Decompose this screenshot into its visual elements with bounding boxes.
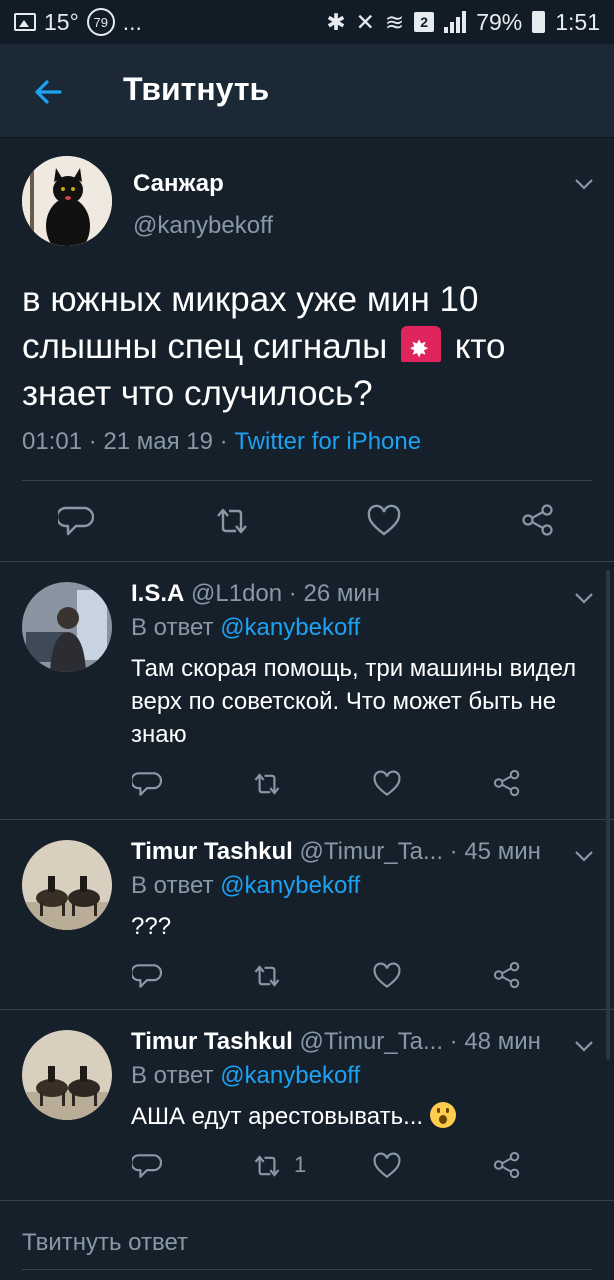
user-photo-image bbox=[22, 582, 112, 672]
author-name[interactable]: Timur Tashkul bbox=[131, 838, 293, 865]
chevron-down-icon[interactable] bbox=[574, 592, 594, 604]
avatar[interactable] bbox=[22, 1030, 112, 1120]
avatar[interactable] bbox=[22, 840, 112, 930]
like-heart-icon[interactable] bbox=[366, 504, 402, 538]
vintage-photo-image bbox=[22, 840, 112, 930]
share-icon[interactable] bbox=[520, 502, 556, 538]
reply-time: 48 мин bbox=[464, 1028, 541, 1055]
reply-text: ??? bbox=[131, 913, 172, 940]
author-handle[interactable]: @L1don bbox=[191, 580, 282, 607]
chevron-down-icon[interactable] bbox=[574, 850, 594, 862]
app-bar: Твитнуть bbox=[0, 44, 614, 138]
tweet-time: 01:01 bbox=[22, 428, 83, 455]
more-notifications: ... bbox=[122, 8, 142, 35]
sim-badge: 2 bbox=[414, 12, 435, 32]
page-title: Твитнуть bbox=[123, 71, 270, 107]
clock: 1:51 bbox=[555, 8, 600, 35]
share-icon[interactable] bbox=[492, 768, 522, 798]
reply-actions bbox=[0, 766, 614, 806]
notification-badge: 79 bbox=[86, 8, 115, 36]
tweet-meta: 01:01 · 21 мая 19 · Twitter for iPhone bbox=[22, 428, 422, 455]
status-bar: 15° 79 ... ✱ ✕ ≋ 2 79% 1:51 bbox=[0, 0, 614, 44]
reply-actions bbox=[0, 958, 614, 998]
share-icon[interactable] bbox=[492, 960, 522, 990]
author-handle[interactable]: @Timur_Ta... bbox=[299, 1028, 443, 1055]
siren-emoji-icon bbox=[400, 326, 441, 373]
tweet-actions bbox=[0, 500, 614, 544]
scrollbar[interactable] bbox=[606, 570, 610, 1060]
retweet-icon[interactable] bbox=[250, 1152, 284, 1180]
reply-time: 45 мин bbox=[464, 838, 541, 865]
reply-tweet[interactable]: I.S.A @L1don · 26 мин В ответ @kanybekof… bbox=[0, 562, 614, 820]
reply-tweet[interactable]: Timur Tashkul @Timur_Ta... · 45 мин В от… bbox=[0, 820, 614, 1010]
temperature: 15° bbox=[44, 8, 79, 35]
mention-link[interactable]: @kanybekoff bbox=[220, 1062, 360, 1089]
author-handle[interactable]: @kanybekoff bbox=[133, 212, 273, 240]
mention-link[interactable]: @kanybekoff bbox=[220, 872, 360, 899]
tweet-date: 21 мая 19 bbox=[103, 428, 213, 455]
retweet-icon[interactable] bbox=[250, 962, 284, 990]
reply-icon[interactable] bbox=[58, 504, 94, 538]
like-heart-icon[interactable] bbox=[372, 962, 402, 990]
bluetooth-icon: ✱ bbox=[326, 8, 346, 35]
reply-composer[interactable]: Твитнуть ответ bbox=[0, 1200, 614, 1280]
reply-header: Timur Tashkul @Timur_Ta... · 45 мин bbox=[131, 838, 541, 865]
divider bbox=[22, 480, 592, 481]
replying-to: В ответ @kanybekoff bbox=[131, 872, 361, 899]
replying-to: В ответ @kanybekoff bbox=[131, 1062, 361, 1089]
avatar[interactable] bbox=[22, 582, 112, 672]
black-cat-image bbox=[22, 156, 112, 246]
chevron-down-icon[interactable] bbox=[574, 1040, 594, 1052]
battery-icon bbox=[532, 11, 546, 33]
avatar[interactable] bbox=[22, 156, 112, 246]
retweet-icon[interactable] bbox=[250, 770, 284, 798]
reply-input-placeholder[interactable]: Твитнуть ответ bbox=[22, 1229, 188, 1257]
reply-text: Там скорая помощь, три машины видел верх… bbox=[131, 655, 577, 748]
reply-header: Timur Tashkul @Timur_Ta... · 48 мин bbox=[131, 1028, 541, 1055]
battery-percent: 79% bbox=[476, 8, 523, 35]
mention-link[interactable]: @kanybekoff bbox=[220, 614, 360, 641]
retweet-icon[interactable] bbox=[212, 504, 252, 538]
vintage-photo-image bbox=[22, 1030, 112, 1120]
reply-actions: 1 bbox=[0, 1148, 614, 1188]
gallery-icon bbox=[14, 13, 36, 31]
retweet-count: 1 bbox=[294, 1152, 307, 1177]
reply-tweet[interactable]: Timur Tashkul @Timur_Ta... · 48 мин В от… bbox=[0, 1010, 614, 1200]
signal-icon bbox=[444, 11, 467, 33]
input-underline bbox=[22, 1269, 592, 1270]
reply-header: I.S.A @L1don · 26 мин bbox=[131, 580, 380, 607]
share-icon[interactable] bbox=[492, 1150, 522, 1180]
reply-icon[interactable] bbox=[132, 770, 162, 798]
replying-to: В ответ @kanybekoff bbox=[131, 614, 361, 641]
like-heart-icon[interactable] bbox=[372, 770, 402, 798]
surprised-face-emoji-icon bbox=[429, 1102, 456, 1128]
reply-time: 26 мин bbox=[303, 580, 380, 607]
tweet-source-link[interactable]: Twitter for iPhone bbox=[234, 428, 421, 455]
wifi-icon: ≋ bbox=[384, 8, 405, 35]
author-handle[interactable]: @Timur_Ta... bbox=[299, 838, 443, 865]
chevron-down-icon[interactable] bbox=[574, 178, 594, 190]
author-name[interactable]: Санжар bbox=[133, 170, 224, 198]
back-arrow-icon[interactable] bbox=[30, 74, 66, 110]
reply-icon[interactable] bbox=[132, 1152, 162, 1180]
mute-icon: ✕ bbox=[355, 8, 375, 35]
tweet-text: в южных микрах уже мин 10 слышны спец си… bbox=[22, 276, 582, 417]
reply-text: АША едут арестовывать... bbox=[131, 1100, 581, 1133]
reply-icon[interactable] bbox=[132, 962, 162, 990]
author-name[interactable]: Timur Tashkul bbox=[131, 1028, 293, 1055]
main-tweet: Санжар @kanybekoff в южных микрах уже ми… bbox=[0, 138, 614, 562]
author-name[interactable]: I.S.A bbox=[131, 580, 184, 607]
like-heart-icon[interactable] bbox=[372, 1152, 402, 1180]
